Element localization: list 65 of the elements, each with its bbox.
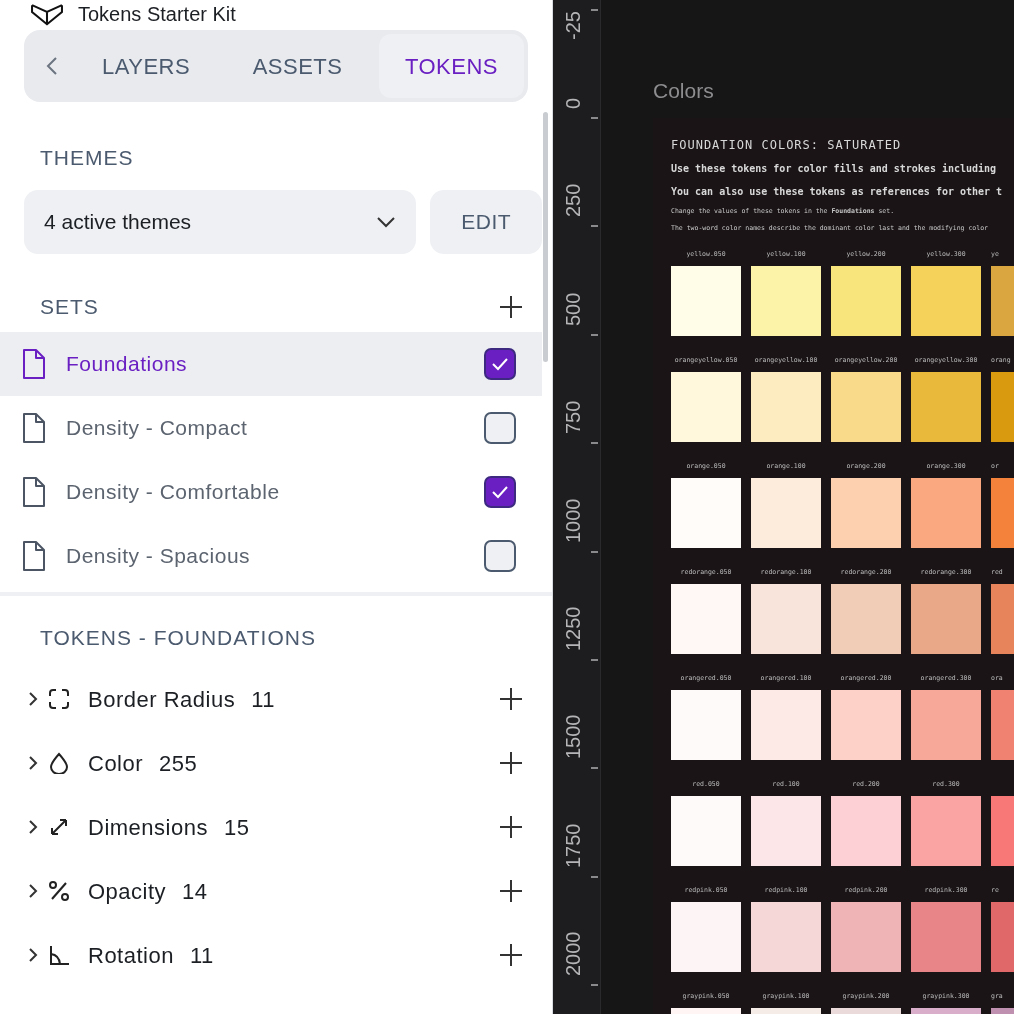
tab[interactable]: TOKENS (378, 34, 524, 98)
ruler-label: 1250 (561, 606, 585, 651)
tab[interactable]: LAYERS (76, 34, 217, 98)
ruler-label: 2000 (561, 931, 585, 977)
section-heading: TOKENS - FOUNDATIONS (40, 625, 316, 649)
checkbox[interactable] (484, 475, 516, 508)
token-count: 255 (159, 749, 198, 778)
ruler-label: 1000 (561, 498, 585, 543)
scrollbar[interactable] (543, 112, 548, 362)
plus-icon[interactable] (500, 880, 522, 902)
group-label[interactable]: Border Radius (88, 682, 236, 716)
checkbox[interactable] (484, 347, 516, 380)
chevron-right-icon (28, 947, 38, 963)
set-row[interactable]: Foundations (0, 331, 542, 396)
drop-icon (48, 752, 70, 774)
angle-icon (48, 944, 70, 966)
set-row[interactable]: Density - Compact (0, 395, 542, 460)
set-row[interactable]: Density - Comfortable (0, 459, 542, 524)
edit-button[interactable]: EDIT (430, 189, 542, 254)
ruler-label: 0 (561, 97, 585, 109)
token-count: 11 (189, 941, 214, 970)
checkbox[interactable] (484, 539, 516, 572)
plus-icon[interactable] (500, 816, 522, 838)
frame-text: You can also use these tokens as references for other t (671, 185, 1004, 199)
plus-icon[interactable] (500, 752, 522, 774)
frame-heading: FOUNDATION COLORS: SATURATED (671, 137, 903, 154)
ruler-label: 250 (561, 184, 585, 218)
token-count: 11 (251, 685, 275, 714)
file-title: Tokens Starter Kit (78, 2, 236, 26)
cube-icon (30, 2, 64, 26)
frame-label: Colors (653, 78, 715, 104)
file-icon (22, 539, 46, 572)
ruler-label: 1500 (561, 714, 585, 760)
set-row[interactable]: Density - Spacious (0, 523, 542, 588)
section-heading: THEMES (40, 146, 134, 169)
token-count: 15 (223, 813, 250, 842)
group-label[interactable]: Opacity (88, 874, 167, 908)
theme-dropdown[interactable]: 4 active themes (24, 189, 417, 254)
group-label[interactable]: Color (88, 746, 144, 780)
plus-icon[interactable] (500, 944, 522, 966)
section-heading: SETS (40, 293, 99, 320)
chevron-right-icon (28, 819, 38, 835)
ruler-label: 750 (561, 400, 585, 435)
ruler-label: 500 (561, 292, 585, 326)
diagonal-arrow-icon (48, 816, 70, 838)
file-icon (22, 347, 46, 380)
chevron-right-icon (28, 755, 38, 771)
plus-icon[interactable] (500, 688, 522, 710)
check-icon (491, 484, 509, 499)
file-icon (22, 411, 46, 444)
chevron-right-icon (28, 883, 38, 899)
percent-icon (48, 880, 70, 902)
file-icon (22, 475, 46, 508)
ruler-label: -25 (561, 11, 585, 40)
group-label[interactable]: Dimensions (88, 810, 208, 844)
ruler-label: 1750 (561, 823, 585, 868)
chevron-down-icon (376, 215, 397, 228)
checkbox[interactable] (484, 411, 516, 444)
tab[interactable]: ASSETS (226, 34, 369, 98)
check-icon (491, 356, 509, 371)
plus-icon[interactable] (500, 295, 522, 318)
group-label[interactable]: Rotation (88, 938, 174, 972)
chevron-right-icon (28, 691, 38, 707)
token-count: 14 (182, 877, 208, 906)
frame-text: Use these tokens for color fills and strokes including (671, 162, 998, 176)
